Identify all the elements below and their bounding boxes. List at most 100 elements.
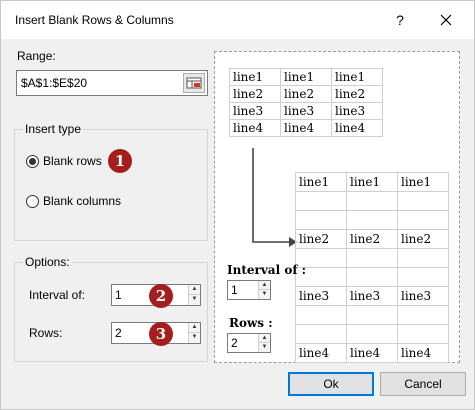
preview-rows-stepper: 2 ▲ ▼	[227, 333, 271, 353]
preview-table-cell	[295, 210, 347, 230]
range-select-button[interactable]	[183, 73, 205, 93]
down-right-arrow-icon	[252, 148, 297, 247]
range-input[interactable]: $A$1:$E$20	[16, 70, 208, 96]
preview-interval-stepper: 1 ▲ ▼	[227, 280, 271, 300]
preview-table-cell: line4	[295, 343, 347, 363]
preview-table-row	[295, 324, 449, 344]
insert-type-group: Insert type	[14, 122, 208, 241]
preview-table-cell: line4	[397, 343, 449, 363]
preview-table-cell	[295, 191, 347, 211]
preview-table-cell	[346, 191, 398, 211]
blank-rows-label[interactable]: Blank rows	[43, 154, 102, 168]
close-button[interactable]	[429, 5, 463, 35]
preview-table-cell	[397, 210, 449, 230]
preview-table-row	[295, 305, 449, 325]
preview-table-row: line3 line3 line3	[295, 286, 449, 306]
range-value: $A$1:$E$20	[21, 76, 88, 90]
insert-type-title: Insert type	[23, 122, 84, 136]
preview-rows-spin: ▲ ▼	[258, 334, 270, 352]
preview-table-cell	[295, 324, 347, 344]
preview-table-before: line1 line1 line1 line2 line2 line2 line3 line3…	[229, 68, 383, 137]
blank-columns-label[interactable]: Blank columns	[43, 194, 121, 208]
preview-table-cell: line3	[397, 286, 449, 306]
preview-table-cell	[397, 267, 449, 287]
preview-table-cell: line3	[280, 102, 332, 120]
interval-down-icon[interactable]: ▼	[189, 295, 200, 305]
preview-table-cell	[397, 305, 449, 325]
rows-down-icon[interactable]: ▼	[189, 333, 200, 343]
rows-value[interactable]: 2	[115, 326, 122, 340]
rows-spin-buttons[interactable]: ▲ ▼	[188, 323, 200, 343]
step-badge-2: 2	[149, 284, 173, 308]
close-icon	[440, 14, 452, 26]
preview-table-cell: line1	[331, 68, 383, 86]
ok-button[interactable]: Ok	[288, 372, 374, 396]
preview-panel: line1 line1 line1 line2 line2 line2 line3 line3…	[214, 51, 460, 363]
preview-table-cell: line4	[331, 119, 383, 137]
range-select-icon	[186, 77, 202, 89]
preview-table-cell: line4	[280, 119, 332, 137]
preview-table-cell	[346, 324, 398, 344]
preview-table-cell: line4	[229, 119, 281, 137]
preview-table-row	[295, 248, 449, 268]
blank-rows-radio[interactable]	[26, 155, 39, 168]
interval-spin-buttons[interactable]: ▲ ▼	[188, 285, 200, 305]
preview-table-cell	[397, 324, 449, 344]
preview-table-cell	[397, 248, 449, 268]
cancel-button[interactable]: Cancel	[380, 372, 466, 396]
interval-value[interactable]: 1	[115, 288, 122, 302]
step-badge-3: 3	[149, 322, 173, 346]
preview-table-cell	[346, 210, 398, 230]
preview-rows-down-icon: ▼	[259, 343, 270, 352]
range-label: Range:	[17, 49, 56, 63]
preview-interval-up-icon: ▲	[259, 281, 270, 290]
preview-table-cell: line2	[331, 85, 383, 103]
preview-table-row: line1 line1 line1	[295, 172, 449, 192]
preview-interval-value: 1	[231, 283, 238, 297]
rows-label: Rows:	[29, 326, 63, 340]
preview-rows-label: Rows :	[229, 316, 273, 330]
preview-rows-up-icon: ▲	[259, 334, 270, 343]
preview-table-cell	[346, 305, 398, 325]
step-badge-1: 1	[108, 149, 132, 173]
preview-table-cell	[397, 191, 449, 211]
preview-table-cell	[346, 248, 398, 268]
rows-up-icon[interactable]: ▲	[189, 323, 200, 333]
preview-table-cell: line1	[397, 172, 449, 192]
interval-label: Interval of:	[29, 288, 86, 302]
preview-table-cell: line3	[229, 102, 281, 120]
preview-table-row: line3 line3 line3	[229, 102, 383, 120]
preview-table-row: line2 line2 line2	[295, 229, 449, 249]
preview-table-row	[295, 191, 449, 211]
preview-table-row	[295, 210, 449, 230]
preview-table-row: line4 line4 line4	[295, 343, 449, 363]
options-group: Options:	[14, 255, 208, 362]
interval-up-icon[interactable]: ▲	[189, 285, 200, 295]
preview-table-cell: line2	[295, 229, 347, 249]
preview-table-cell: line3	[346, 286, 398, 306]
preview-table-cell: line1	[295, 172, 347, 192]
help-button[interactable]: ?	[383, 5, 417, 35]
preview-table-cell: line2	[346, 229, 398, 249]
preview-table-row: line4 line4 line4	[229, 119, 383, 137]
preview-rows-value: 2	[231, 336, 238, 350]
preview-interval-spin: ▲ ▼	[258, 281, 270, 299]
preview-table-cell: line4	[346, 343, 398, 363]
insert-blank-rows-dialog: Insert Blank Rows & Columns ? Range: $A$…	[0, 0, 475, 410]
preview-interval-label: Interval of :	[227, 263, 307, 277]
preview-table-cell	[346, 267, 398, 287]
preview-table-cell: line2	[397, 229, 449, 249]
preview-table-cell	[295, 305, 347, 325]
preview-table-cell: line1	[229, 68, 281, 86]
window-title: Insert Blank Rows & Columns	[15, 13, 174, 27]
title-bar: Insert Blank Rows & Columns ?	[1, 1, 474, 39]
blank-columns-radio[interactable]	[26, 195, 39, 208]
preview-table-cell: line1	[280, 68, 332, 86]
preview-table-cell: line1	[346, 172, 398, 192]
preview-table-cell: line2	[280, 85, 332, 103]
preview-table-row: line2 line2 line2	[229, 85, 383, 103]
preview-table-cell: line2	[229, 85, 281, 103]
options-title: Options:	[23, 255, 72, 269]
preview-table-row: line1 line1 line1	[229, 68, 383, 86]
preview-table-cell: line3	[331, 102, 383, 120]
